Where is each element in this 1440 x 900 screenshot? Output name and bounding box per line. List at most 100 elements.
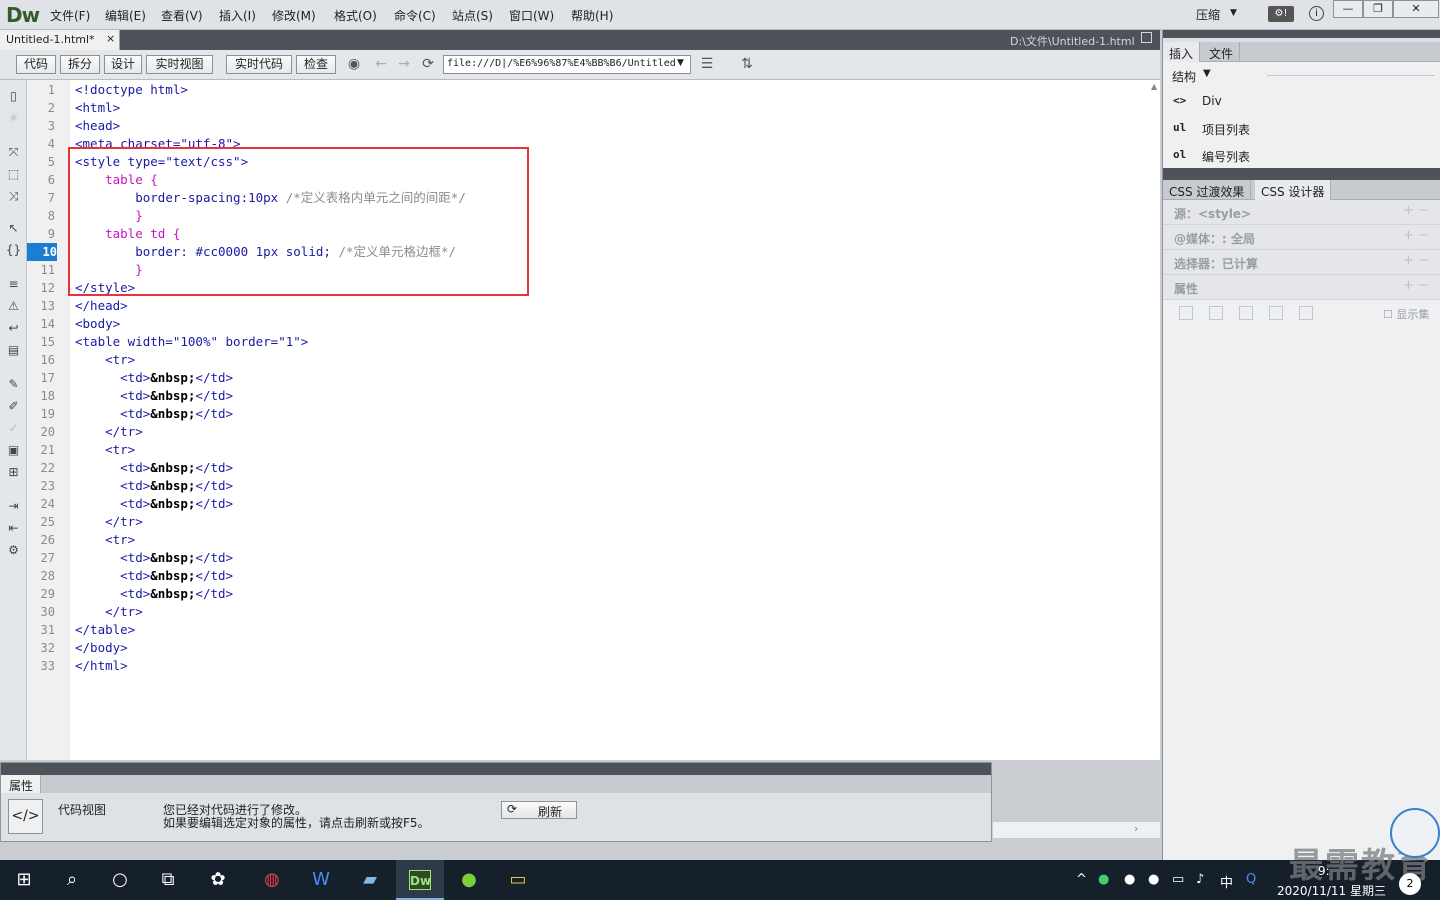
format-source-icon[interactable]: ⚙: [5, 542, 22, 559]
windows-start-icon[interactable]: ⊞: [0, 860, 48, 900]
dreamweaver-taskbar-icon[interactable]: Dw: [396, 860, 444, 900]
chevron-down-icon[interactable]: ▼: [1230, 8, 1237, 18]
file-explorer-icon[interactable]: ▭: [494, 860, 542, 900]
cortana-icon[interactable]: ○: [96, 860, 144, 900]
tab-properties[interactable]: 属性: [1, 775, 41, 793]
search-icon[interactable]: ⌕: [48, 860, 96, 900]
text-icon[interactable]: [1209, 306, 1223, 320]
menu-item[interactable]: 窗口(W): [509, 7, 554, 24]
maximize-button[interactable]: ❐: [1363, 0, 1393, 18]
insert-item[interactable]: ol 编号列表: [1163, 142, 1440, 168]
tab-insert[interactable]: 插入: [1163, 42, 1201, 62]
balance-braces-icon[interactable]: {}: [5, 242, 22, 259]
highlight-invalid-icon[interactable]: ⚠: [5, 298, 22, 315]
qq-icon-2[interactable]: ●: [1148, 872, 1159, 887]
border-icon[interactable]: [1239, 306, 1253, 320]
split-view-button[interactable]: 拆分: [60, 55, 100, 74]
open-documents-icon[interactable]: ▯: [5, 88, 22, 105]
add-remove-icon[interactable]: + −: [1403, 278, 1429, 293]
task-view-icon[interactable]: ⧉: [144, 860, 192, 900]
menu-item[interactable]: 文件(F): [50, 7, 90, 24]
chevron-down-icon[interactable]: ▼: [1203, 68, 1211, 79]
remove-comment-icon[interactable]: ✐: [5, 398, 22, 415]
vertical-scrollbar[interactable]: [1150, 80, 1160, 760]
collapse-tag-icon[interactable]: ⤧: [5, 144, 22, 161]
menu-item[interactable]: 编辑(E): [105, 7, 146, 24]
pinwheel-app-icon[interactable]: ✿: [194, 860, 242, 900]
tab-css-transitions[interactable]: CSS 过渡效果: [1163, 180, 1252, 200]
more-icon[interactable]: [1299, 306, 1313, 320]
view-options-icon[interactable]: ☰: [698, 55, 716, 73]
notification-center-icon[interactable]: 2: [1399, 873, 1421, 895]
code-editor[interactable]: 1 2 3 4 5 6 7 8 9 10 11 12 13 14 15 16 17 18 19 20 21 22 23 24 2…: [27, 80, 1160, 760]
forward-arrow-icon[interactable]: →: [395, 55, 413, 73]
qq-icon[interactable]: ●: [1124, 872, 1135, 887]
show-set-checkbox[interactable]: ☐ 显示集: [1383, 306, 1429, 322]
expand-all-icon[interactable]: ⤨: [5, 188, 22, 205]
minimize-button[interactable]: —: [1333, 0, 1363, 18]
insert-item[interactable]: <> Div: [1163, 88, 1440, 114]
css-selector-row[interactable]: 选择器：已计算 + −: [1163, 250, 1440, 275]
inspect-button[interactable]: 检查: [296, 55, 336, 74]
melon-app-icon[interactable]: ●: [445, 860, 493, 900]
menu-item[interactable]: 修改(M): [272, 7, 316, 24]
select-parent-tag-icon[interactable]: ↖: [5, 220, 22, 237]
background-icon[interactable]: [1269, 306, 1283, 320]
sync-settings-icon[interactable]: ⚙!: [1268, 6, 1294, 22]
refresh-icon[interactable]: ⟳: [419, 55, 437, 73]
tray-expand-icon[interactable]: ^: [1076, 872, 1087, 887]
related-files-icon[interactable]: ✳: [5, 110, 22, 127]
scroll-up-icon[interactable]: ▲: [1151, 82, 1157, 91]
network-icon[interactable]: ▭: [1172, 872, 1184, 887]
live-view-button[interactable]: 实时视图: [146, 55, 213, 74]
collapse-selection-icon[interactable]: ⬚: [5, 166, 22, 183]
indent-code-icon[interactable]: ⇥: [5, 498, 22, 515]
address-dropdown-icon[interactable]: ▼: [677, 58, 684, 68]
wps-writer-icon[interactable]: W: [297, 860, 345, 900]
menu-item[interactable]: 命令(C): [394, 7, 436, 24]
tab-files[interactable]: 文件: [1203, 42, 1241, 62]
css-media-row[interactable]: @媒体：: 全局 + −: [1163, 225, 1440, 250]
ime-indicator[interactable]: 中: [1220, 872, 1233, 891]
design-view-button[interactable]: 设计: [104, 55, 142, 74]
notes-app-icon[interactable]: ▰: [346, 860, 394, 900]
assistant-avatar-icon[interactable]: [1390, 808, 1440, 858]
file-transfer-icon[interactable]: ⇅: [738, 55, 756, 73]
help-icon[interactable]: i: [1309, 6, 1324, 21]
close-tab-icon[interactable]: ×: [106, 32, 115, 45]
insert-item[interactable]: ul 项目列表: [1163, 115, 1440, 141]
volume-icon[interactable]: ♪: [1196, 872, 1204, 887]
add-remove-icon[interactable]: + −: [1403, 253, 1429, 268]
wrap-tag-icon[interactable]: ✓: [5, 420, 22, 437]
workspace-switcher[interactable]: 压缩: [1196, 6, 1220, 23]
live-code-button[interactable]: 实时代码: [226, 55, 292, 74]
wechat-icon[interactable]: ●: [1098, 872, 1109, 887]
recent-snippets-icon[interactable]: ▣: [5, 442, 22, 459]
add-remove-icon[interactable]: + −: [1403, 203, 1429, 218]
menu-item[interactable]: 查看(V): [161, 7, 203, 24]
add-remove-icon[interactable]: + −: [1403, 228, 1429, 243]
browser-preview-icon[interactable]: ◉: [345, 55, 363, 73]
line-numbers-icon[interactable]: ≡: [5, 276, 22, 293]
word-wrap-icon[interactable]: ↩: [5, 320, 22, 337]
scroll-right-icon[interactable]: ›: [1134, 822, 1138, 835]
restore-document-icon[interactable]: [1141, 32, 1152, 43]
back-arrow-icon[interactable]: ←: [372, 55, 390, 73]
css-properties-row[interactable]: 属性 + −: [1163, 275, 1440, 300]
move-css-icon[interactable]: ⊞: [5, 464, 22, 481]
document-tab[interactable]: Untitled-1.html* ×: [0, 30, 120, 50]
apply-comment-icon[interactable]: ✎: [5, 376, 22, 393]
insert-category-select[interactable]: 结构: [1172, 68, 1196, 85]
refresh-button[interactable]: ⟳ 刷新: [501, 801, 577, 819]
tab-css-designer[interactable]: CSS 设计器: [1255, 180, 1332, 200]
layout-icon[interactable]: [1179, 306, 1193, 320]
syntax-coloring-icon[interactable]: ▤: [5, 342, 22, 359]
outdent-code-icon[interactable]: ⇤: [5, 520, 22, 537]
qq-browser-icon[interactable]: Q: [1246, 872, 1256, 887]
close-window-button[interactable]: ✕: [1393, 0, 1439, 18]
clock-date[interactable]: 2020/11/11 星期三: [1277, 882, 1386, 899]
address-field[interactable]: file:///D|/%E6%96%87%E4%BB%B6/Untitled: [443, 55, 691, 74]
clock-time[interactable]: 9:: [1318, 864, 1330, 878]
menu-item[interactable]: 插入(I): [219, 7, 256, 24]
code-view-button[interactable]: 代码: [16, 55, 56, 74]
